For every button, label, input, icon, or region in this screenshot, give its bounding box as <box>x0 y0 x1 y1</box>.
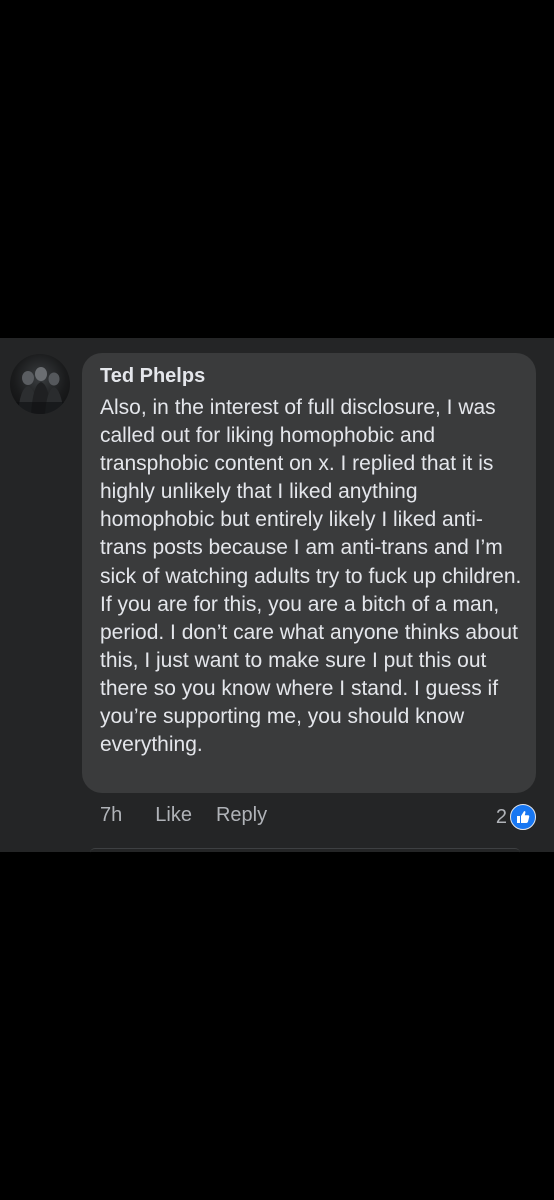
thumbs-up-icon <box>510 804 536 830</box>
reply-button[interactable]: Reply <box>216 804 267 827</box>
comment-panel: Ted Phelps Also, in the interest of full… <box>0 338 554 852</box>
avatar[interactable] <box>10 354 70 414</box>
comment-timestamp[interactable]: 7h <box>100 804 122 827</box>
next-comment-edge <box>90 848 520 853</box>
profile-photo-image <box>10 367 70 414</box>
like-button[interactable]: Like <box>155 804 192 827</box>
reaction-count: 2 <box>495 805 507 828</box>
comment-bubble: Ted Phelps Also, in the interest of full… <box>82 353 536 793</box>
reaction-summary[interactable]: 2 <box>496 804 536 830</box>
comment-author[interactable]: Ted Phelps <box>100 365 205 388</box>
comment-text: Also, in the interest of full disclosure… <box>100 396 522 757</box>
comment-actions: 7h Like Reply <box>100 804 267 827</box>
